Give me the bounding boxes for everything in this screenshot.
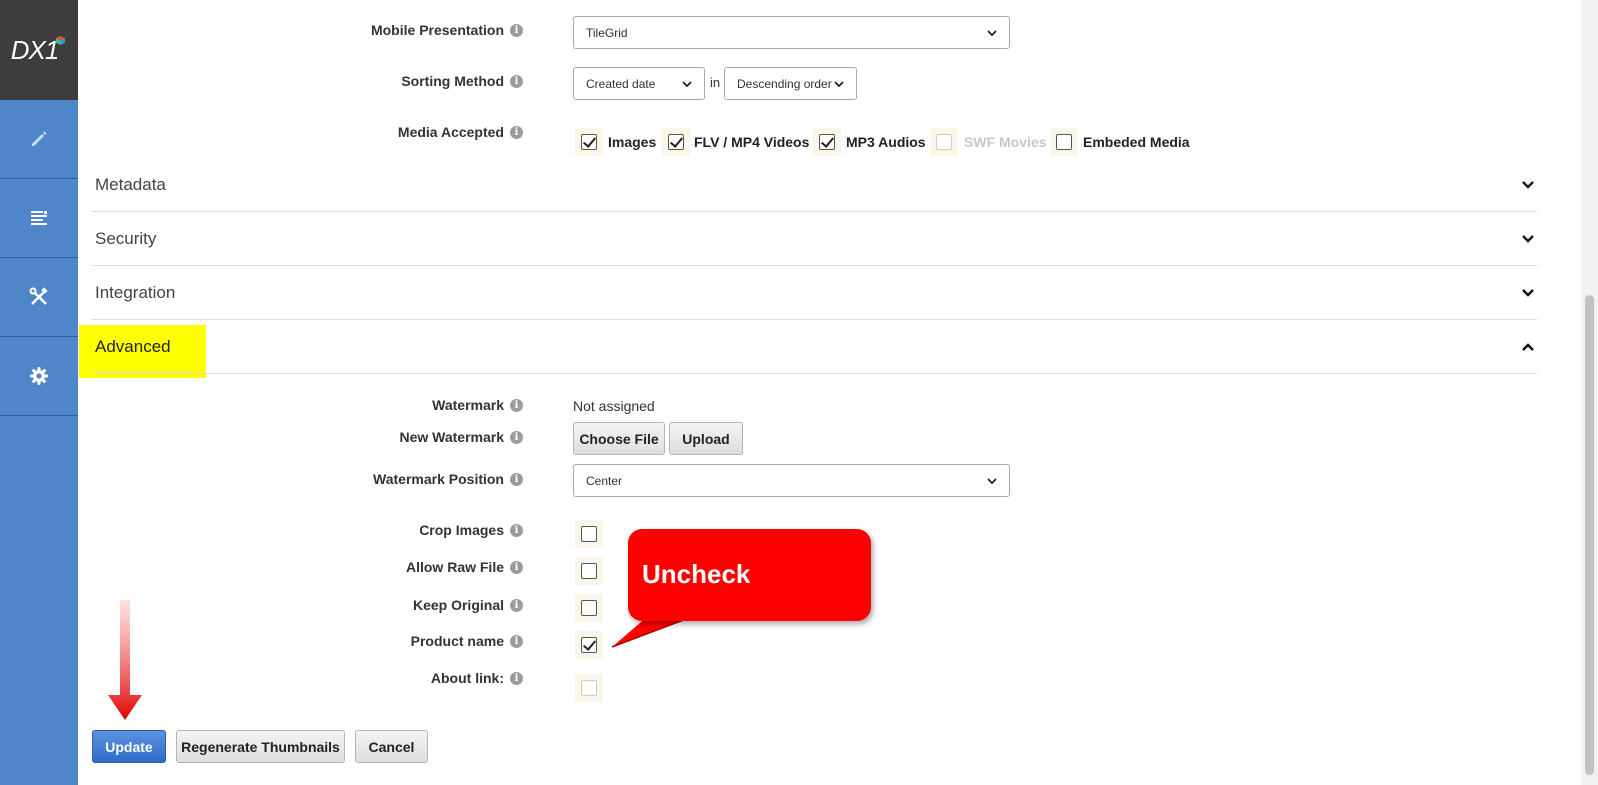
watermark-label: Watermark i xyxy=(432,397,523,413)
about-link-checkbox[interactable] xyxy=(575,674,603,702)
watermark-value: Not assigned xyxy=(573,398,655,414)
logo-cube-icon xyxy=(56,35,66,45)
media-videos-label: FLV / MP4 Videos xyxy=(694,134,810,150)
section-title: Metadata xyxy=(95,174,166,194)
info-icon[interactable]: i xyxy=(510,398,523,412)
watermark-position-label: Watermark Position i xyxy=(373,471,523,487)
info-icon[interactable]: i xyxy=(510,74,523,88)
chevron-down-icon xyxy=(1522,180,1534,189)
watermark-position-select[interactable]: Center xyxy=(573,464,1010,497)
update-button[interactable]: Update xyxy=(92,730,166,763)
section-title: Integration xyxy=(95,282,176,302)
section-advanced[interactable]: Advanced xyxy=(92,320,1537,374)
info-icon[interactable]: i xyxy=(510,472,523,486)
tools-icon xyxy=(29,287,48,305)
choose-file-button[interactable]: Choose File xyxy=(573,422,665,455)
sidebar-item-content[interactable] xyxy=(0,179,78,258)
vertical-scrollbar[interactable] xyxy=(1581,0,1598,785)
keep-original-label: Keep Original i xyxy=(413,597,523,613)
callout-text: Uncheck xyxy=(642,559,751,589)
callout-bubble: Uncheck xyxy=(628,529,871,621)
sidebar-item-edit[interactable] xyxy=(0,100,78,179)
mobile-presentation-label: Mobile Presentation i xyxy=(371,22,523,38)
info-icon[interactable]: i xyxy=(510,125,523,139)
sidebar-item-tools[interactable] xyxy=(0,258,78,337)
section-metadata[interactable]: Metadata xyxy=(92,158,1537,212)
section-title: Advanced xyxy=(95,336,171,356)
logo[interactable]: DX1 xyxy=(0,0,78,100)
media-accepted-label: Media Accepted i xyxy=(398,124,523,140)
media-images-label: Images xyxy=(608,134,657,150)
new-watermark-label: New Watermark i xyxy=(399,429,523,445)
upload-button[interactable]: Upload xyxy=(669,422,743,455)
info-icon[interactable]: i xyxy=(510,671,523,685)
info-icon[interactable]: i xyxy=(510,430,523,444)
about-link-label: About link: i xyxy=(431,670,523,686)
sorting-field-select[interactable]: Created date xyxy=(573,67,705,100)
info-icon[interactable]: i xyxy=(510,560,523,574)
info-icon[interactable]: i xyxy=(510,634,523,648)
media-embedded-checkbox[interactable] xyxy=(1050,128,1078,156)
chevron-down-icon xyxy=(834,80,844,87)
gear-icon xyxy=(30,367,48,385)
media-images-checkbox[interactable] xyxy=(575,128,603,156)
chevron-up-icon xyxy=(1522,342,1534,351)
allow-raw-file-label: Allow Raw File i xyxy=(406,559,523,575)
section-security[interactable]: Security xyxy=(92,212,1537,266)
regenerate-thumbnails-button[interactable]: Regenerate Thumbnails xyxy=(176,730,345,763)
document-list-icon xyxy=(31,211,47,225)
keep-original-checkbox[interactable] xyxy=(575,594,603,622)
media-videos-checkbox[interactable] xyxy=(662,128,690,156)
chevron-down-icon xyxy=(987,477,997,484)
product-name-label: Product name i xyxy=(411,633,523,649)
mobile-presentation-select[interactable]: TileGrid xyxy=(573,16,1010,49)
sorting-order-select[interactable]: Descending order xyxy=(724,67,857,100)
media-embedded-label: Embeded Media xyxy=(1083,134,1190,150)
crop-images-checkbox[interactable] xyxy=(575,520,603,548)
section-title: Security xyxy=(95,228,157,248)
media-swf-checkbox[interactable] xyxy=(930,128,958,156)
arrow-down-annotation xyxy=(108,600,142,720)
sidebar-item-settings[interactable] xyxy=(0,337,78,416)
crop-images-label: Crop Images i xyxy=(419,522,523,538)
info-icon[interactable]: i xyxy=(510,598,523,612)
logo-text: DX1 xyxy=(10,34,60,65)
chevron-down-icon xyxy=(682,80,692,87)
cancel-button[interactable]: Cancel xyxy=(355,730,428,763)
media-audios-label: MP3 Audios xyxy=(846,134,926,150)
product-name-checkbox[interactable] xyxy=(575,631,603,659)
main-content: Mobile Presentation i TileGrid Sorting Me… xyxy=(78,0,1581,785)
media-audios-checkbox[interactable] xyxy=(813,128,841,156)
pencil-icon xyxy=(32,131,47,146)
sidebar: DX1 xyxy=(0,0,78,785)
chevron-down-icon xyxy=(987,29,997,36)
scrollbar-thumb[interactable] xyxy=(1585,295,1594,775)
section-integration[interactable]: Integration xyxy=(92,266,1537,320)
chevron-down-icon xyxy=(1522,234,1534,243)
allow-raw-file-checkbox[interactable] xyxy=(575,557,603,585)
sorting-method-label: Sorting Method i xyxy=(401,73,523,89)
chevron-down-icon xyxy=(1522,288,1534,297)
media-swf-label: SWF Movies xyxy=(964,134,1047,150)
info-icon[interactable]: i xyxy=(510,523,523,537)
info-icon[interactable]: i xyxy=(510,23,523,37)
sorting-joiner: in xyxy=(710,75,721,90)
